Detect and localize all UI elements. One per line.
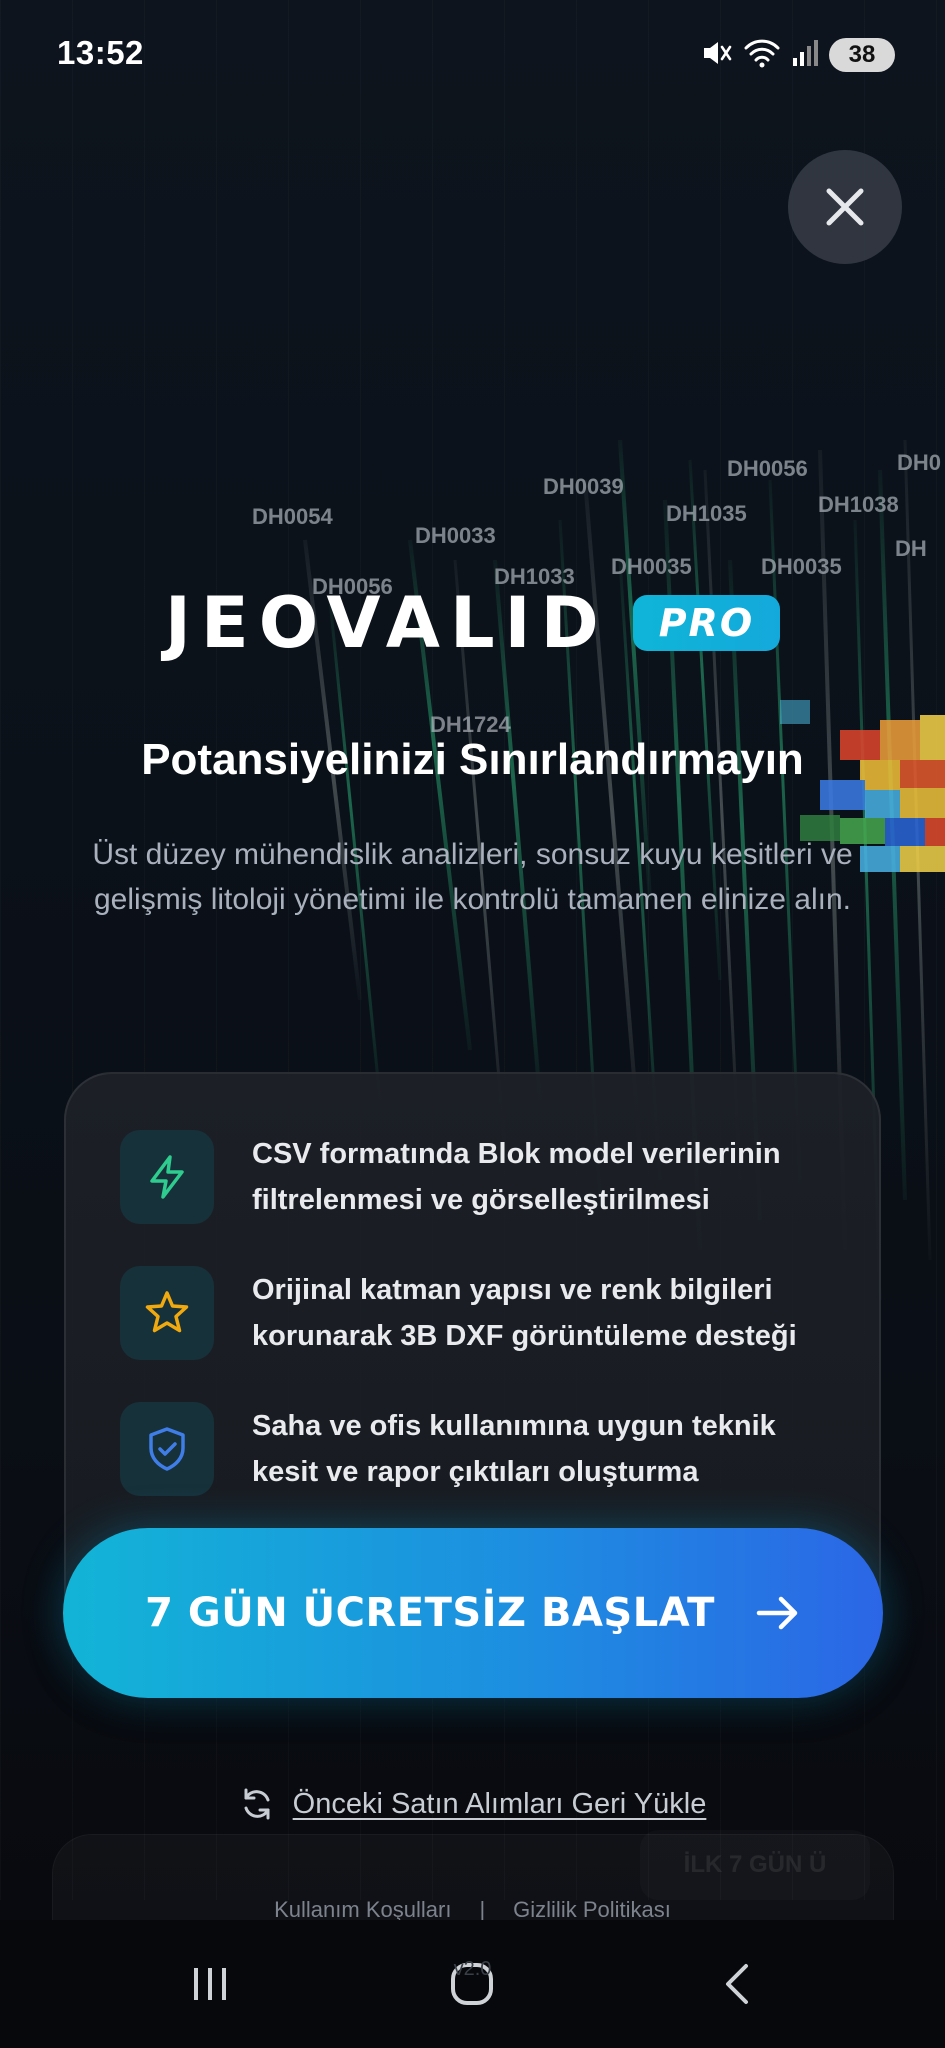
- battery-indicator: 38: [829, 38, 895, 72]
- status-bar: 13:52 38: [0, 0, 945, 110]
- feature-item-blockmodel: CSV formatında Blok model verilerinin fi…: [120, 1130, 860, 1224]
- feature-text: Orijinal katman yapısı ve renk bilgileri…: [252, 1267, 797, 1359]
- drillhole-trace: [583, 479, 642, 1151]
- status-icons: 38: [699, 36, 895, 74]
- home-button[interactable]: [392, 1920, 552, 2048]
- star-icon: [145, 1291, 189, 1333]
- shield-check-icon: [149, 1427, 185, 1471]
- system-navigation-bar: [0, 1920, 945, 2048]
- headline: Potansiyelinizi Sınırlandırmayın: [141, 735, 804, 784]
- plan-badge-faded: İLK 7 GÜN Ü: [640, 1830, 870, 1900]
- mute-icon: [699, 36, 733, 74]
- status-time: 13:52: [57, 34, 144, 71]
- refresh-icon: [244, 1788, 270, 1820]
- feature-line: Orijinal katman yapısı ve renk bilgileri: [252, 1274, 773, 1306]
- subtitle: Üst düzey mühendislik analizleri, sonsuz…: [92, 838, 853, 916]
- drillhole-label: DH: [895, 536, 927, 561]
- arrow-right-icon: [756, 1596, 798, 1630]
- feature-item-dxf: Orijinal katman yapısı ve renk bilgileri…: [120, 1266, 860, 1360]
- start-trial-label: 7 GÜN ÜCRETSİZ BAŞLAT: [145, 1590, 715, 1636]
- close-icon: [826, 188, 864, 226]
- drillhole-label: DH1035: [666, 501, 747, 526]
- pro-badge: PRO: [632, 595, 781, 651]
- drillhole-label: DH1724: [430, 712, 511, 737]
- paywall-screen: DH0054 DH0033 DH0039 DH1035 DH0056 DH1033 DH00…: [0, 0, 945, 2048]
- feature-icon-box: [120, 1266, 214, 1360]
- drillhole-label: DH0: [897, 450, 941, 475]
- drillhole-label: DH1038: [818, 492, 899, 517]
- feature-icon-box: [120, 1402, 214, 1496]
- brand-logo: JEOVALID PRO: [0, 582, 945, 664]
- drillhole-visualization: DH0054DH0033DH0039DH1035DH0056 DH1033 DH00…: [252, 439, 945, 1301]
- drillhole-label: DH0035: [611, 554, 692, 579]
- feature-text: Saha ve ofis kullanımına uygun teknik ke…: [252, 1403, 776, 1495]
- recent-apps-button[interactable]: [130, 1920, 290, 2048]
- feature-icon-box: [120, 1130, 214, 1224]
- drillhole-trace: [618, 439, 652, 901]
- drillhole-label: DH0033: [415, 523, 496, 548]
- feature-item-report: Saha ve ofis kullanımına uygun teknik ke…: [120, 1402, 860, 1496]
- wifi-icon: [743, 36, 781, 74]
- brand-name: JEOVALID: [164, 582, 609, 664]
- drillhole-label: DH0054: [252, 504, 333, 529]
- feature-line: filtrelenmesi ve görselleştirilmesi: [252, 1184, 710, 1216]
- drillhole-label: DH0035: [761, 554, 842, 579]
- lightning-icon: [150, 1155, 184, 1199]
- feature-line: kesit ve rapor çıktıları oluşturma: [252, 1456, 699, 1488]
- restore-purchases-label: Önceki Satın Alımları Geri Yükle: [292, 1787, 707, 1820]
- start-trial-button[interactable]: 7 GÜN ÜCRETSİZ BAŞLAT: [63, 1528, 883, 1698]
- close-button[interactable]: [788, 150, 902, 264]
- restore-purchases-link[interactable]: Önceki Satın Alımları Geri Yükle: [0, 1786, 945, 1822]
- feature-text: CSV formatında Blok model verilerinin fi…: [252, 1131, 781, 1223]
- drillhole-trace: [878, 469, 907, 1201]
- feature-line: korunarak 3B DXF görüntüleme desteği: [252, 1320, 797, 1352]
- drillhole-label: DH0039: [543, 474, 624, 499]
- back-button[interactable]: [658, 1920, 818, 2048]
- feature-line: CSV formatında Blok model verilerinin: [252, 1138, 781, 1170]
- drillhole-trace: [903, 439, 932, 1261]
- signal-icon: [791, 38, 819, 72]
- drillhole-label: DH0056: [727, 456, 808, 481]
- app-version: v2.0: [453, 1958, 492, 1980]
- feature-line: Saha ve ofis kullanımına uygun teknik: [252, 1410, 776, 1442]
